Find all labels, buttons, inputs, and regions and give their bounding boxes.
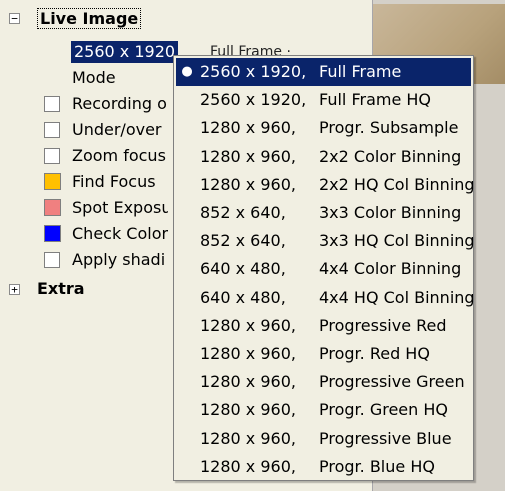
tree-item[interactable]: Find Focus	[0, 170, 172, 194]
tree-item[interactable]: Check Color	[0, 222, 172, 246]
option-resolution: 1280 x 960,	[200, 344, 296, 363]
dropdown-option[interactable]: 1280 x 960, Progr. Green HQ	[176, 396, 471, 424]
option-mode: Progr. Blue HQ	[319, 456, 435, 476]
dropdown-option[interactable]: 1280 x 960, Progr. Subsample	[176, 114, 471, 142]
option-mode: 3x3 HQ Col Binning	[319, 231, 475, 251]
tree-item-label: Under/over	[72, 120, 162, 139]
option-mode: Progressive Green	[319, 372, 465, 392]
tree-item-label: Mode	[72, 68, 116, 87]
color-swatch[interactable]	[44, 199, 61, 216]
option-mode: Full Frame	[319, 62, 402, 81]
option-resolution: 640 x 480,	[200, 259, 286, 279]
live-image-node[interactable]: Live Image	[37, 8, 142, 29]
dropdown-option[interactable]: 2560 x 1920, Full Frame HQ	[176, 86, 471, 114]
option-resolution: 1280 x 960,	[200, 372, 296, 392]
dropdown-option[interactable]: 852 x 640, 3x3 HQ Col Binning	[176, 227, 475, 255]
option-resolution: 852 x 640,	[200, 231, 286, 251]
option-mode: 4x4 HQ Col Binning	[319, 287, 475, 307]
tree-item[interactable]: Under/over	[0, 118, 172, 142]
color-swatch[interactable]	[44, 173, 61, 190]
checkbox[interactable]	[44, 252, 60, 268]
option-resolution: 852 x 640,	[200, 203, 286, 222]
resolution-dropdown-list[interactable]: ● 2560 x 1920, Full Frame 2560 x 1920, Full …	[173, 55, 475, 481]
option-mode: 3x3 Color Binning	[319, 203, 462, 222]
option-resolution: 1280 x 960,	[200, 456, 296, 476]
collapse-live-image-icon[interactable]: −	[9, 13, 20, 24]
dropdown-option[interactable]: 1280 x 960, Progressive Red	[176, 312, 471, 340]
tree-item-label: Spot Exposu	[72, 198, 168, 217]
dropdown-option[interactable]: 1280 x 960, Progr. Red HQ	[176, 340, 471, 368]
bullet-icon: ●	[181, 64, 193, 79]
color-swatch[interactable]	[44, 225, 61, 242]
expand-extra-icon[interactable]: +	[9, 284, 20, 295]
option-resolution: 640 x 480,	[200, 287, 286, 307]
dropdown-option[interactable]: 1280 x 960, 2x2 Color Binning	[176, 143, 471, 171]
option-resolution: 1280 x 960,	[200, 315, 296, 335]
option-resolution: 1280 x 960,	[200, 428, 296, 448]
tree-item-label: Find Focus	[72, 172, 156, 191]
option-mode: Progr. Green HQ	[319, 400, 448, 420]
option-mode: Progressive Red	[319, 315, 447, 335]
dropdown-option[interactable]: 640 x 480, 4x4 Color Binning	[176, 255, 471, 283]
dropdown-option[interactable]: 1280 x 960, Progressive Green	[176, 368, 471, 396]
option-mode: 4x4 Color Binning	[319, 259, 462, 279]
option-mode: 2x2 HQ Col Binning	[319, 174, 475, 194]
option-resolution: 2560 x 1920,	[200, 90, 307, 110]
dropdown-option[interactable]: 1280 x 960, 2x2 HQ Col Binning	[176, 171, 475, 199]
tree-item[interactable]: Mode	[0, 66, 172, 90]
tree-item-label: Check Color	[72, 224, 168, 243]
dropdown-option[interactable]: ● 2560 x 1920, Full Frame	[176, 58, 471, 86]
dropdown-option[interactable]: 1280 x 960, Progr. Blue HQ	[176, 453, 471, 481]
option-resolution: 1280 x 960,	[200, 400, 296, 420]
tree-item-label: Apply shadi	[72, 250, 166, 269]
option-resolution: 1280 x 960,	[200, 146, 296, 166]
dropdown-option[interactable]: 852 x 640, 3x3 Color Binning	[176, 199, 471, 227]
checkbox[interactable]	[44, 96, 60, 112]
option-mode: Progr. Subsample	[319, 118, 459, 138]
tree-item[interactable]: Zoom focus	[0, 144, 172, 168]
tree-item[interactable]: Recording o	[0, 92, 172, 116]
tree-item-label: Recording o	[72, 94, 167, 113]
tree-item-label: Zoom focus	[72, 146, 166, 165]
option-mode: Full Frame HQ	[319, 90, 432, 110]
dropdown-option[interactable]: 640 x 480, 4x4 HQ Col Binning	[176, 284, 475, 312]
live-image-label[interactable]: Live Image	[37, 8, 142, 29]
option-resolution: 2560 x 1920,	[200, 62, 307, 81]
checkbox[interactable]	[44, 122, 60, 138]
option-mode: Progressive Blue	[319, 428, 452, 448]
checkbox[interactable]	[44, 148, 60, 164]
tree-item[interactable]: Apply shadi	[0, 248, 172, 272]
option-mode: 2x2 Color Binning	[319, 146, 462, 166]
option-mode: Progr. Red HQ	[319, 344, 430, 363]
tree-item[interactable]: Spot Exposu	[0, 196, 172, 220]
extra-node-label[interactable]: Extra	[37, 279, 85, 298]
option-resolution: 1280 x 960,	[200, 174, 296, 194]
resolution-value-field[interactable]: 2560 x 1920	[71, 41, 179, 63]
option-resolution: 1280 x 960,	[200, 118, 296, 138]
dropdown-option[interactable]: 1280 x 960, Progressive Blue	[176, 425, 471, 453]
